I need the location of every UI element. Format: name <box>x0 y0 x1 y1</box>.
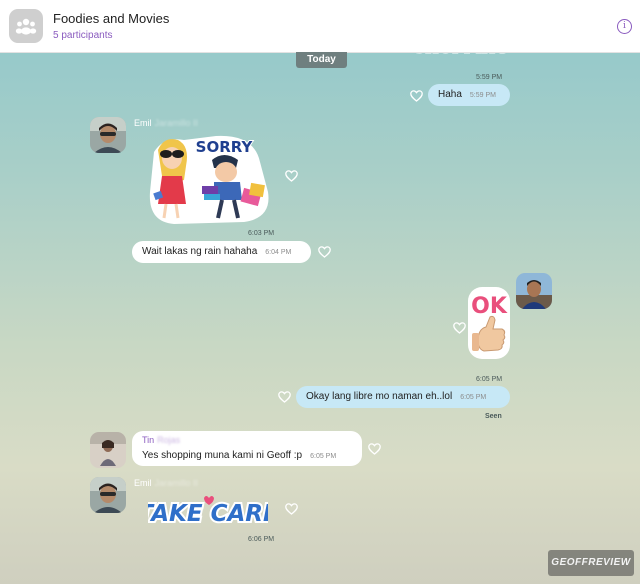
message-time: 6:05 PM <box>310 453 337 460</box>
message-text: Haha <box>438 89 462 100</box>
sticker-sorry[interactable]: SORRY <box>144 132 276 226</box>
timestamp: 6:06 PM <box>248 536 275 543</box>
sticker-take-care[interactable]: TAKE CARE <box>135 492 281 530</box>
avatar-emil[interactable] <box>90 117 126 153</box>
seen-status: Seen <box>485 413 502 420</box>
message-text-row: Yes shopping muna kami ni Geoff :p 6:05 P… <box>142 450 336 461</box>
date-divider: Today <box>296 52 347 68</box>
message-bubble-outgoing[interactable]: Okay lang libre mo naman eh..lol 6:05 PM <box>296 386 510 408</box>
heart-icon[interactable] <box>278 391 291 403</box>
message-bubble-incoming[interactable]: Wait lakas ng rain hahaha 6:04 PM <box>132 241 311 263</box>
message-text: Yes shopping muna kami ni Geoff :p <box>142 450 303 461</box>
heart-icon[interactable] <box>285 503 298 515</box>
message-time: 6:05 PM <box>460 394 487 401</box>
heart-icon[interactable] <box>285 170 298 182</box>
participants-link[interactable]: 5 participants <box>53 30 112 41</box>
timestamp: 6:05 PM <box>476 376 503 383</box>
heart-icon[interactable] <box>318 246 331 258</box>
sticker-ok-text: OK <box>471 294 508 319</box>
timestamp: 6:03 PM <box>248 230 275 237</box>
info-icon[interactable]: i <box>617 19 632 34</box>
sender-name: Emil Jaramillo II <box>134 118 199 128</box>
heart-icon[interactable] <box>368 443 381 455</box>
sender-name: Emil Jaramillo II <box>134 478 199 488</box>
sticker-take-care-text: TAKE CARE <box>148 501 268 527</box>
chat-title: Foodies and Movies <box>53 11 170 26</box>
message-bubble-outgoing[interactable]: Haha 5:59 PM <box>428 84 510 106</box>
heart-icon[interactable] <box>453 322 466 334</box>
sender-name: Tin Rojas <box>142 435 181 445</box>
heart-icon[interactable] <box>410 90 423 102</box>
message-text: Wait lakas ng rain hahaha <box>142 246 258 257</box>
message-text: Okay lang libre mo naman eh..lol <box>306 391 453 402</box>
message-bubble-incoming[interactable]: Tin Rojas Yes shopping muna kami ni Geoff… <box>132 431 362 466</box>
avatar-tin[interactable] <box>90 432 126 468</box>
avatar-emil[interactable] <box>90 477 126 513</box>
watermark-logo: GEOFFREVIEW <box>548 550 634 576</box>
timestamp: 5:59 PM <box>476 74 503 81</box>
chat-header: Foodies and Movies 5 participants i <box>0 0 640 53</box>
group-avatar-icon[interactable] <box>9 9 43 43</box>
message-time: 6:04 PM <box>265 249 292 256</box>
sticker-sorry-text: SORRY <box>196 138 254 156</box>
message-time: 5:59 PM <box>469 92 496 99</box>
avatar-self[interactable] <box>516 273 552 309</box>
sticker-ok[interactable]: OK <box>466 285 512 361</box>
